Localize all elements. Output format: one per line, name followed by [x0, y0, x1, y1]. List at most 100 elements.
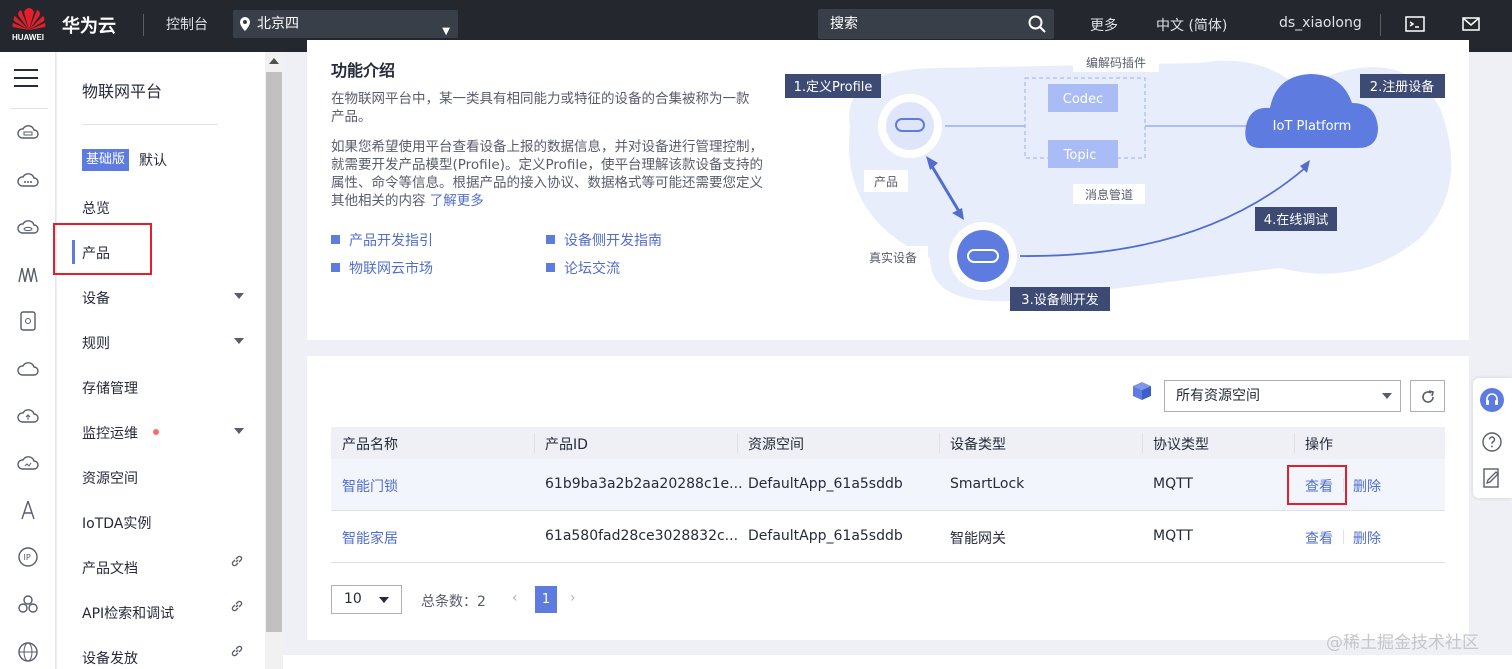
cloud-shell-icon[interactable]	[1405, 14, 1425, 34]
huawei-flower-icon	[12, 8, 46, 30]
scroll-up-icon[interactable]	[269, 58, 279, 64]
column-header: 协议类型	[1153, 437, 1209, 453]
hamburger-menu-icon[interactable]	[14, 67, 40, 89]
chevron-down-icon[interactable]	[234, 293, 244, 299]
more-menu[interactable]: 更多	[1090, 15, 1118, 35]
side-navigation: 物联网平台 基础版 默认 总览 产品 设备 规则 存储管理 监控运维 资源空间 …	[57, 52, 265, 669]
link-iot-marketplace[interactable]: 物联网云市场	[331, 258, 433, 278]
codec-label: Codec	[1063, 92, 1103, 107]
region-selector[interactable]: 北京四 ▼	[233, 10, 458, 38]
console-link[interactable]: 控制台	[166, 14, 208, 34]
column-header: 资源空间	[748, 437, 804, 453]
delete-button[interactable]: 删除	[1353, 528, 1381, 548]
product-id: 61b9ba3a2b2aa20288c1e...	[545, 476, 743, 492]
external-link-icon[interactable]	[230, 644, 244, 658]
codec-plugin-label: 编解码插件	[1086, 55, 1146, 70]
chevron-down-icon[interactable]	[234, 428, 244, 434]
link-device-dev-guide[interactable]: 设备侧开发指南	[546, 230, 662, 250]
product-name-link[interactable]: 智能家居	[342, 528, 398, 548]
page-size-select[interactable]: 10	[331, 585, 402, 614]
nav-item-storage[interactable]: 存储管理	[82, 378, 138, 398]
chevron-down-icon	[379, 597, 389, 603]
message-pipe-label: 消息管道	[1085, 187, 1133, 202]
nav-item-overview[interactable]: 总览	[82, 198, 110, 218]
region-label: 北京四	[257, 16, 299, 32]
real-device-label: 真实设备	[869, 250, 917, 265]
nav-item-device-provisioning[interactable]: 设备发放	[82, 648, 138, 668]
globe-icon[interactable]	[16, 640, 40, 664]
service-icon-rail: IP	[0, 52, 56, 669]
bottom-scroll-area	[283, 655, 1512, 669]
link-label: 物联网云市场	[349, 261, 433, 277]
chevron-down-icon[interactable]	[234, 338, 244, 344]
tower-icon[interactable]	[16, 498, 40, 522]
next-page-icon[interactable]: ›	[570, 590, 576, 606]
nav-item-product-docs[interactable]: 产品文档	[82, 558, 138, 578]
table-row[interactable]: 智能门锁 61b9ba3a2b2aa20288c1e... DefaultApp…	[331, 459, 1445, 511]
nav-item-device[interactable]: 设备	[82, 288, 110, 308]
prev-page-icon[interactable]: ‹	[512, 590, 518, 606]
nav-item-monitoring[interactable]: 监控运维	[82, 423, 138, 443]
intro-text: 如果您希望使用平台查看设备上报的数据信息，并对设备进行管理控制，就需要开发产品模…	[331, 139, 763, 209]
intro-paragraph-1: 在物联网平台中，某一类具有相同能力或特征的设备的合集被称为一款产品。	[331, 91, 750, 125]
cloud-icon[interactable]	[16, 357, 40, 381]
nav-item-iotda-instance[interactable]: IoTDA实例	[82, 513, 151, 533]
cloud-upload-icon[interactable]	[16, 404, 40, 428]
feedback-icon[interactable]	[1480, 466, 1504, 490]
customer-service-icon[interactable]	[1480, 388, 1504, 412]
device-icon[interactable]	[16, 309, 40, 333]
link-forum[interactable]: 论坛交流	[546, 258, 620, 278]
cloud-storage-icon[interactable]	[16, 215, 40, 239]
product-label: 产品	[874, 175, 898, 189]
external-link-icon[interactable]	[230, 554, 244, 568]
step-2-label: 2.注册设备	[1370, 79, 1434, 95]
sidenav-scrollbar[interactable]	[265, 52, 283, 669]
bullet-square-icon	[546, 263, 555, 272]
help-icon[interactable]	[1480, 430, 1504, 454]
refresh-button[interactable]	[1410, 380, 1445, 412]
language-selector[interactable]: 中文 (简体)	[1156, 15, 1227, 35]
external-link-icon[interactable]	[230, 599, 244, 613]
view-button[interactable]: 查看	[1305, 528, 1333, 548]
divider	[1380, 14, 1381, 36]
cloud-monitor-icon[interactable]	[16, 451, 40, 475]
resource-space-cube-icon	[1133, 382, 1151, 400]
nav-item-resource-space[interactable]: 资源空间	[82, 468, 138, 488]
link-product-dev-guide[interactable]: 产品开发指引	[331, 230, 433, 250]
huawei-logo[interactable]: HUAWEI	[10, 6, 48, 46]
ip-icon[interactable]: IP	[16, 545, 40, 569]
chevron-down-icon	[1382, 393, 1392, 399]
table-row[interactable]: 智能家居 61a580fad28ce3028832c... DefaultApp…	[331, 511, 1445, 563]
cluster-icon[interactable]	[16, 592, 40, 616]
protocol-type: MQTT	[1153, 528, 1193, 544]
nav-item-rules[interactable]: 规则	[82, 333, 110, 353]
product-name-link[interactable]: 智能门锁	[342, 476, 398, 496]
bullet-square-icon	[331, 235, 340, 244]
page-size-value: 10	[344, 591, 362, 607]
instance-name[interactable]: 默认	[139, 150, 167, 170]
brand-title[interactable]: 华为云	[62, 12, 116, 38]
search-input[interactable]: 搜索	[818, 9, 1054, 39]
nav-item-api-explorer[interactable]: API检索和调试	[82, 603, 174, 623]
device-type: 智能网关	[950, 531, 1006, 547]
user-menu[interactable]: ds_xiaolong	[1279, 15, 1362, 31]
network-icon[interactable]	[16, 262, 40, 286]
resource-space-value: 所有资源空间	[1176, 388, 1260, 404]
cloud-server-icon[interactable]	[16, 120, 40, 144]
cloud-more-icon[interactable]	[16, 168, 40, 192]
step-3-label: 3.设备侧开发	[1021, 292, 1098, 308]
delete-button[interactable]: 删除	[1353, 476, 1381, 496]
nav-title: 物联网平台	[82, 82, 163, 101]
search-icon[interactable]	[1028, 15, 1046, 33]
bullet-square-icon	[331, 263, 340, 272]
current-page[interactable]: 1	[535, 586, 557, 613]
watermark: @稀土掘金技术社区	[1326, 633, 1479, 653]
resource-space: DefaultApp_61a5sddb	[748, 476, 903, 492]
link-label: 论坛交流	[564, 261, 620, 277]
divider	[1294, 433, 1295, 453]
resource-space-select[interactable]: 所有资源空间	[1164, 380, 1401, 412]
mail-icon[interactable]	[1461, 14, 1481, 34]
learn-more-link[interactable]: 了解更多	[430, 193, 484, 209]
scrollbar-thumb[interactable]	[266, 72, 282, 632]
search-placeholder: 搜索	[830, 16, 858, 32]
